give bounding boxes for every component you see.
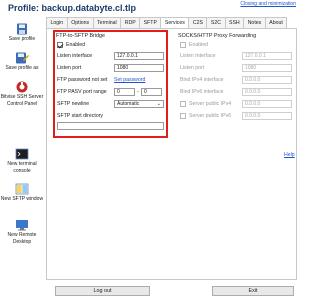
- chevron-down-icon: ⌄: [156, 101, 161, 107]
- tab-notes[interactable]: Notes: [243, 17, 266, 28]
- exit-button[interactable]: Exit: [212, 286, 294, 296]
- bind-ipv4-input[interactable]: 0.0.0.0: [242, 76, 292, 84]
- socks-proxy-title: SOCKS/HTTP Proxy Forwarding: [178, 33, 257, 39]
- server-ipv4-input[interactable]: 0.0.0.0: [242, 100, 292, 108]
- sftp-window-icon: [15, 183, 29, 195]
- ftp-listen-port-input[interactable]: 1080: [114, 64, 164, 72]
- server-ipv4-label: Server public IPv4: [189, 101, 232, 107]
- pasv-dash: -: [137, 89, 139, 95]
- server-ipv6-input[interactable]: 0.0.0.0: [242, 112, 292, 120]
- sidebar-item-label: New Remote Desktop: [7, 232, 37, 245]
- sftp-start-dir-input[interactable]: [57, 122, 164, 130]
- sidebar-item-control-panel[interactable]: Bitvise SSH Server Control Panel: [0, 81, 44, 107]
- save-as-icon: [15, 52, 29, 64]
- ftp-bridge-title: FTP-to-SFTP Bridge: [56, 33, 106, 39]
- tab-s2c[interactable]: S2C: [206, 17, 226, 28]
- tab-bar: Login Options Terminal RDP SFTP Services…: [46, 17, 300, 29]
- sftp-newline-label: SFTP newline: [57, 101, 90, 107]
- socks-enabled-checkbox[interactable]: [180, 42, 186, 48]
- sftp-start-dir-label: SFTP start directory: [57, 113, 104, 119]
- floppy-disk-icon: [15, 23, 29, 35]
- sidebar-item-label: Bitvise SSH Server Control Panel: [0, 94, 44, 107]
- sidebar-item-label: New SFTP window: [0, 196, 44, 202]
- server-ipv6-checkbox[interactable]: [180, 113, 186, 119]
- ftp-password-status: FTP password not set: [57, 77, 108, 83]
- tab-c2s[interactable]: C2S: [188, 17, 208, 28]
- remote-desktop-icon: [15, 219, 29, 231]
- tab-terminal[interactable]: Terminal: [92, 17, 122, 28]
- closing-minimization-link[interactable]: Closing and minimization: [240, 1, 296, 7]
- sidebar-item-label: New terminal console: [7, 161, 37, 174]
- tab-rdp[interactable]: RDP: [120, 17, 141, 28]
- terminal-console-icon: [15, 148, 29, 160]
- sidebar: Save profile Save profile as Bitvise SSH…: [0, 17, 44, 300]
- socks-listen-interface-input[interactable]: 127.0.0.1: [242, 52, 292, 60]
- server-ipv6-label: Server public IPv6: [189, 113, 232, 119]
- ftp-pasv-label: FTP PASV port range: [57, 89, 107, 95]
- sidebar-item-sftp-window[interactable]: New SFTP window: [0, 183, 44, 203]
- sidebar-item-save-profile-as[interactable]: Save profile as: [0, 52, 44, 72]
- set-password-link[interactable]: Set password: [114, 77, 145, 83]
- server-ipv4-checkbox[interactable]: [180, 101, 186, 107]
- sidebar-item-label: Save profile as: [5, 65, 39, 71]
- bind-ipv6-label: Bind IPv6 interface: [180, 89, 224, 95]
- window-title: Profile: backup.databyte.cl.tlp: [8, 3, 137, 13]
- title-bar: Profile: backup.databyte.cl.tlp Closing …: [0, 0, 300, 16]
- sidebar-item-terminal-console[interactable]: New terminal console: [0, 148, 44, 174]
- logout-button[interactable]: Log out: [55, 286, 150, 296]
- bind-ipv6-input[interactable]: 0.0.0.0: [242, 88, 292, 96]
- ftp-listen-interface-input[interactable]: 127.0.0.1: [114, 52, 164, 60]
- ftp-listen-interface-label: Listen interface: [57, 53, 93, 59]
- ftp-pasv-from-input[interactable]: 0: [114, 88, 135, 96]
- socks-listen-port-input[interactable]: 1080: [242, 64, 292, 72]
- server-control-panel-icon: [15, 81, 29, 93]
- socks-enabled-label: Enabled: [189, 42, 209, 48]
- bind-ipv4-label: Bind IPv4 interface: [180, 77, 224, 83]
- sftp-newline-value: Automatic: [117, 101, 140, 107]
- help-link[interactable]: Help: [284, 152, 295, 158]
- socks-listen-port-label: Listen port: [180, 65, 205, 71]
- tab-ssh[interactable]: SSH: [224, 17, 245, 28]
- sftp-newline-select[interactable]: Automatic ⌄: [114, 100, 164, 108]
- ftp-pasv-to-input[interactable]: 0: [141, 88, 162, 96]
- ftp-listen-port-label: Listen port: [57, 65, 82, 71]
- tab-sftp[interactable]: SFTP: [139, 17, 162, 28]
- ftp-enabled-checkbox[interactable]: [57, 42, 63, 48]
- ftp-enabled-label: Enabled: [66, 42, 86, 48]
- tab-options[interactable]: Options: [66, 17, 94, 28]
- tab-about[interactable]: About: [264, 17, 288, 28]
- sidebar-item-label: Save profile: [8, 36, 36, 42]
- sidebar-item-save-profile[interactable]: Save profile: [0, 23, 44, 43]
- socks-listen-interface-label: Listen Interface: [180, 53, 216, 59]
- tab-login[interactable]: Login: [46, 17, 68, 28]
- sidebar-item-remote-desktop[interactable]: New Remote Desktop: [0, 219, 44, 245]
